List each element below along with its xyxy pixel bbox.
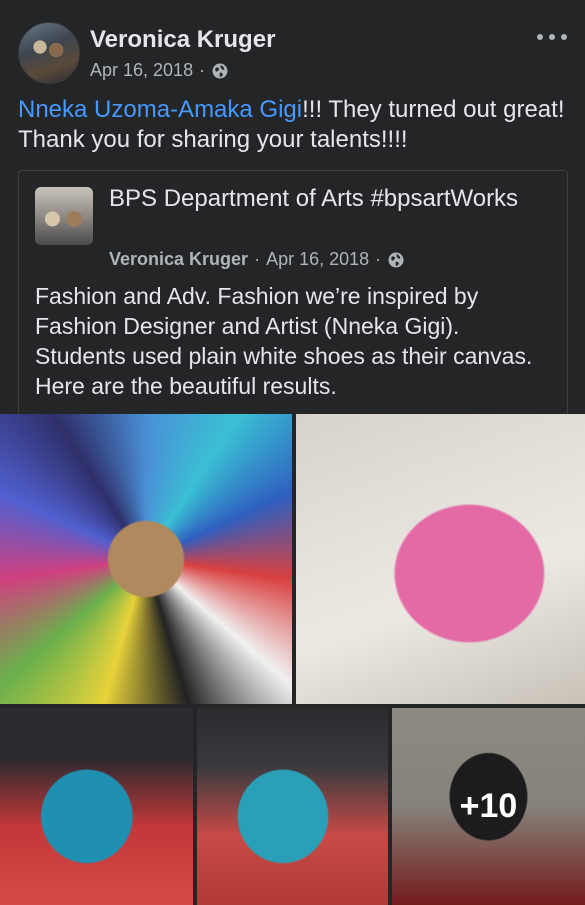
photo-blue-alien-shoes-2[interactable]	[197, 708, 388, 905]
globe-icon	[212, 63, 228, 78]
author-name[interactable]: Veronica Kruger	[90, 26, 275, 54]
mention-link[interactable]: Nneka Uzoma-Amaka Gigi	[18, 96, 302, 123]
post-meta: Apr 16, 2018 ·	[90, 60, 229, 81]
shared-post[interactable]: BPS Department of Arts #bpsartWorks Vero…	[18, 170, 568, 415]
meta-separator: ·	[254, 249, 261, 269]
post-header: Veronica Kruger Apr 16, 2018 ·	[18, 22, 567, 86]
photo-grid: +10	[0, 414, 585, 905]
more-photos-count: +10	[459, 787, 518, 825]
meta-separator: ·	[375, 249, 382, 269]
shared-meta: Veronica Kruger · Apr 16, 2018 ·	[109, 249, 405, 270]
shared-date[interactable]: Apr 16, 2018	[266, 249, 369, 270]
shared-text: Fashion and Adv. Fashion we’re inspired …	[35, 283, 533, 399]
photo-shoes-circle[interactable]	[0, 414, 292, 704]
more-photos-overlay[interactable]: +10	[392, 708, 585, 905]
globe-icon	[388, 252, 404, 267]
meta-separator: ·	[199, 60, 206, 80]
post-date[interactable]: Apr 16, 2018	[90, 60, 193, 81]
page-avatar[interactable]	[35, 187, 93, 245]
shared-author[interactable]: Veronica Kruger	[109, 249, 248, 270]
author-avatar[interactable]	[18, 22, 80, 84]
photo-pink-daisy-shoes[interactable]	[296, 414, 585, 704]
photo-student-seated[interactable]: +10	[392, 708, 585, 905]
shared-page-name[interactable]: BPS Department of Arts #bpsartWorks	[109, 183, 549, 215]
post-text: Nneka Uzoma-Amaka Gigi!!! They turned ou…	[18, 95, 568, 155]
photo-blue-alien-shoes[interactable]	[0, 708, 193, 905]
more-options-icon[interactable]	[537, 28, 567, 46]
